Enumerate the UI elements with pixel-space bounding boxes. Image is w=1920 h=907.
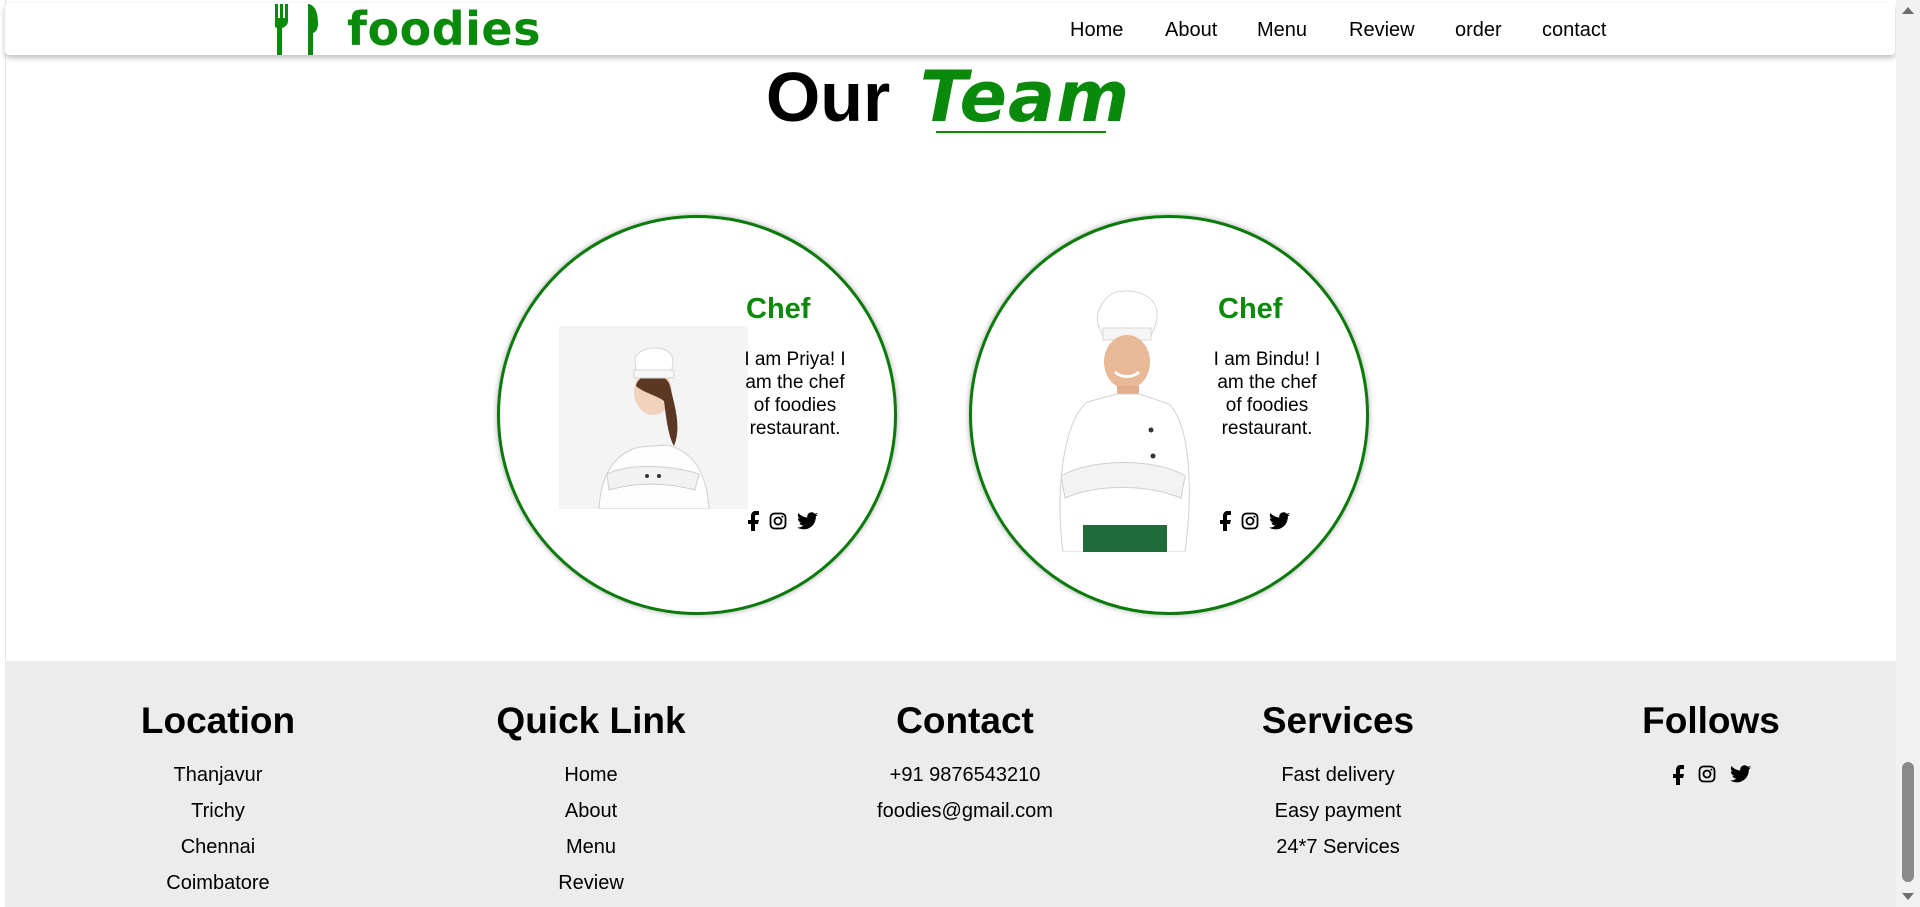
instagram-icon[interactable]: [1698, 765, 1716, 783]
site-footer: Location Thanjavur Trichy Chennai Coimba…: [5, 661, 1896, 907]
nav-link-contact[interactable]: contact: [1542, 19, 1606, 42]
service-item: Fast delivery: [1281, 764, 1395, 786]
facebook-icon[interactable]: [1219, 511, 1231, 531]
team-card-bindu: Chef I am Bindu! I am the chef of foodie…: [969, 215, 1369, 615]
location-item[interactable]: Trichy: [88, 793, 348, 829]
facebook-icon[interactable]: [1672, 765, 1684, 785]
footer-social: [1581, 765, 1841, 785]
scroll-down-arrow-icon[interactable]: [1896, 885, 1920, 907]
brand-name: foodies: [347, 2, 541, 56]
footer-contact: Contact +91 9876543210 foodies@gmail.com: [835, 699, 1095, 829]
member-bio: I am Priya! I am the chef of foodies res…: [744, 349, 846, 439]
scroll-up-arrow-icon[interactable]: [1896, 0, 1920, 22]
footer-location: Location Thanjavur Trichy Chennai Coimba…: [88, 699, 348, 901]
quick-link-review[interactable]: Review: [461, 865, 721, 901]
title-accent: Team: [919, 56, 1131, 138]
team-card-priya: Chef I am Priya! I am the chef of foodie…: [497, 215, 897, 615]
facebook-icon[interactable]: [747, 511, 759, 531]
nav-link-order[interactable]: order: [1455, 19, 1502, 42]
instagram-icon[interactable]: [1241, 512, 1259, 530]
instagram-icon[interactable]: [769, 512, 787, 530]
top-navbar: foodies Home About Menu Review order con…: [5, 2, 1895, 57]
title-underline: [936, 131, 1106, 133]
male-chef-photo: [1059, 290, 1190, 552]
quick-link-menu[interactable]: Menu: [461, 829, 721, 865]
footer-heading: Location: [140, 700, 296, 741]
page: foodies Home About Menu Review order con…: [0, 0, 1896, 907]
footer-services: Services Fast delivery Easy payment 24*7…: [1208, 699, 1468, 865]
quick-link-home[interactable]: Home: [461, 757, 721, 793]
nav-link-review[interactable]: Review: [1349, 19, 1415, 42]
twitter-icon[interactable]: [797, 512, 818, 530]
contact-email[interactable]: foodies@gmail.com: [835, 793, 1095, 829]
brand-logo[interactable]: foodies: [273, 2, 541, 57]
scrollbar-thumb[interactable]: [1902, 762, 1914, 882]
member-bio: I am Bindu! I am the chef of foodies res…: [1213, 349, 1321, 439]
footer-quick-link: Quick Link Home About Menu Review: [461, 699, 721, 901]
location-item[interactable]: Chennai: [88, 829, 348, 865]
quick-link-about[interactable]: About: [461, 793, 721, 829]
location-item[interactable]: Thanjavur: [88, 757, 348, 793]
female-chef-photo: [559, 326, 748, 509]
footer-heading: Quick Link: [496, 700, 686, 741]
member-social: [1219, 511, 1290, 531]
title-plain: Our: [765, 58, 891, 136]
vertical-scrollbar[interactable]: [1896, 0, 1920, 907]
footer-follows: Follows: [1581, 699, 1841, 785]
contact-phone[interactable]: +91 9876543210: [835, 757, 1095, 793]
nav-link-menu[interactable]: Menu: [1257, 19, 1307, 42]
location-item[interactable]: Coimbatore: [88, 865, 348, 901]
member-role: Chef: [746, 293, 811, 325]
nav-link-about[interactable]: About: [1165, 19, 1217, 42]
twitter-icon[interactable]: [1729, 765, 1751, 783]
member-role: Chef: [1218, 293, 1283, 325]
member-social: [747, 511, 818, 531]
service-item: Easy payment: [1274, 800, 1402, 822]
nav-link-home[interactable]: Home: [1070, 19, 1123, 42]
section-title: Our Team: [0, 54, 1896, 140]
footer-heading: Contact: [896, 700, 1034, 741]
service-item: 24*7 Services: [1276, 836, 1400, 858]
twitter-icon[interactable]: [1269, 512, 1290, 530]
footer-heading: Follows: [1642, 700, 1780, 741]
footer-heading: Services: [1261, 700, 1415, 741]
fork-knife-icon: [274, 4, 318, 55]
